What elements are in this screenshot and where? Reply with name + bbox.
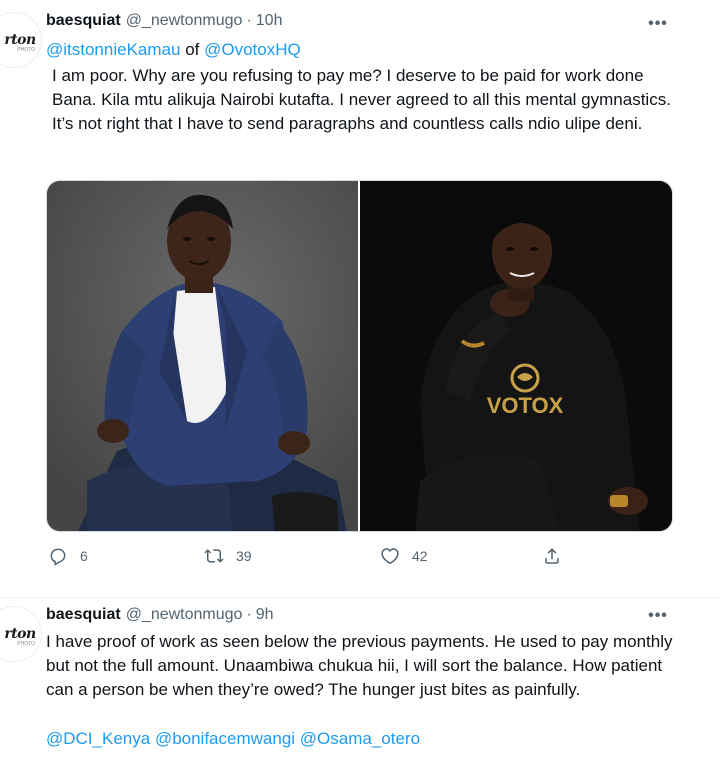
mention-link[interactable]: @DCI_Kenya [46,729,150,748]
hoodie-brand-text: VOTOX [487,393,564,418]
reply-icon [50,548,66,566]
mention-link[interactable]: @itstonnieKamau [46,40,180,59]
timestamp[interactable]: 10h [256,12,283,30]
display-name[interactable]: baesquiat [46,12,121,30]
separator-dot: · [246,606,252,623]
retweet-count: 39 [236,548,252,564]
user-handle[interactable]: @_newtonmugo [126,606,243,624]
tweet-media[interactable]: VOTOX [46,180,673,532]
more-icon: ••• [648,607,668,624]
more-icon: ••• [648,15,668,32]
avatar[interactable]: rton PHOTO [0,12,42,68]
retweet-button[interactable]: 39 [204,546,252,566]
display-name[interactable]: baesquiat [46,606,121,624]
avatar-logo-text: rton [4,626,36,642]
like-count: 42 [412,548,428,564]
tweet-mentions-line: @itstonnieKamau of @OvotoxHQ [46,38,686,62]
avatar-logo-text: rton [4,32,36,48]
avatar[interactable]: rton PHOTO [0,606,42,662]
tweet-2[interactable]: rton PHOTO baesquiat @_newtonmugo · 9h •… [0,598,720,773]
share-button[interactable] [542,546,562,566]
tweet-1[interactable]: rton PHOTO baesquiat @_newtonmugo · 10h … [0,0,720,598]
retweet-icon [204,549,224,563]
share-icon [545,548,559,564]
mention-link[interactable]: @OvotoxHQ [204,40,301,59]
photo-man-black-hoodie[interactable]: VOTOX [360,181,672,531]
mention-link[interactable]: @bonifacemwangi [155,729,295,748]
tweet-header: baesquiat @_newtonmugo · 10h [46,10,282,32]
more-button[interactable]: ••• [646,604,670,628]
user-handle[interactable]: @_newtonmugo [126,12,243,30]
tweet-header: baesquiat @_newtonmugo · 9h [46,604,274,626]
tweet-text: I am poor. Why are you refusing to pay m… [52,66,671,133]
more-button[interactable]: ••• [646,12,670,36]
separator-dot: · [246,12,252,29]
mention-link[interactable]: @Osama_otero [300,729,420,748]
timestamp[interactable]: 9h [256,606,274,624]
like-icon [381,548,399,564]
reply-count: 6 [80,548,88,564]
avatar-logo-sub: PHOTO [17,47,35,53]
photo-man-blue-blazer[interactable] [47,181,358,531]
avatar-logo-sub: PHOTO [17,641,35,647]
tweet-text: I have proof of work as seen below the p… [46,632,673,699]
reply-button[interactable]: 6 [48,546,88,566]
tweet-actions: 6 39 42 [46,546,606,576]
like-button[interactable]: 42 [380,546,428,566]
mention-of-text: of [185,40,200,59]
tweet-mentions-line: @DCI_Kenya @bonifacemwangi @Osama_otero [46,727,686,751]
